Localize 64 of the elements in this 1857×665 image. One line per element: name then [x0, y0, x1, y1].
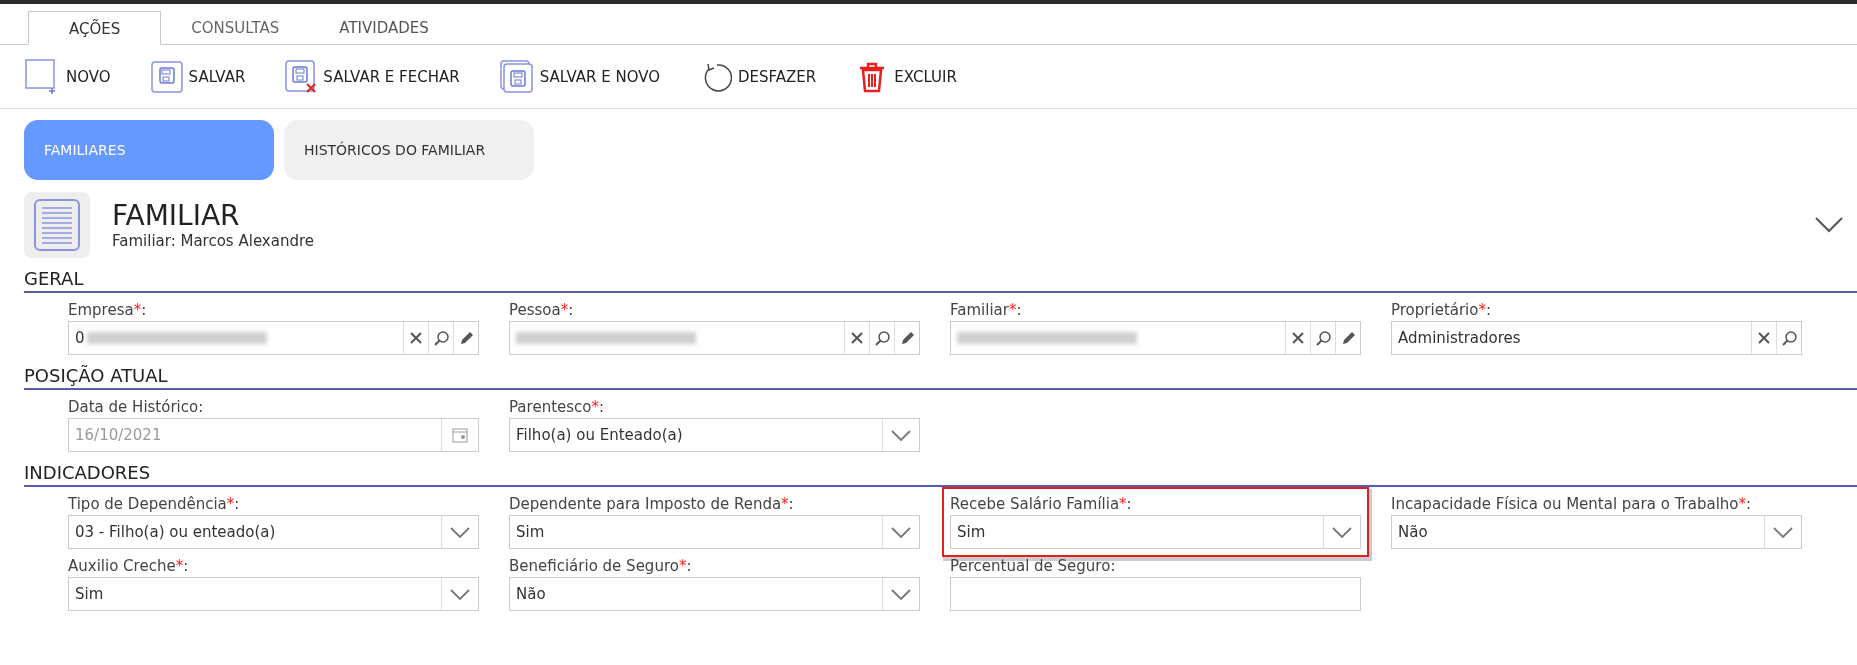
field-label: Empresa*: — [68, 301, 148, 321]
chevron-down-icon — [891, 588, 911, 600]
calendar-icon — [452, 427, 468, 443]
lookup-field[interactable] — [509, 321, 920, 355]
section-tab[interactable]: HISTÓRICOS DO FAMILIAR — [284, 120, 534, 180]
field-label: Dependente para Imposto de Renda*: — [509, 495, 795, 515]
tab[interactable]: CONSULTAS — [161, 11, 310, 44]
search-icon — [1315, 330, 1331, 346]
chevron-down-icon[interactable] — [1815, 217, 1843, 233]
field-label: Auxilio Creche*: — [68, 557, 190, 577]
pencil-icon — [458, 331, 474, 345]
toolbar-button[interactable]: SALVAR E FECHAR — [285, 59, 460, 94]
lookup-field[interactable] — [950, 321, 1361, 355]
search-icon — [1781, 330, 1797, 346]
chevron-down-icon — [450, 526, 470, 538]
section-title: INDICADORES — [24, 462, 1857, 487]
field-label: Proprietário*: — [1391, 301, 1493, 321]
field-label: Pessoa*: — [509, 301, 575, 321]
lookup-field[interactable]: 0 — [68, 321, 479, 355]
save-new-icon — [499, 59, 534, 94]
field-label: Recebe Salário Família*: — [950, 495, 1133, 515]
chevron-down-icon — [1773, 526, 1793, 538]
dropdown[interactable]: Filho(a) ou Enteado(a) — [509, 418, 920, 452]
input-field[interactable] — [950, 577, 1361, 611]
field-label: Parentesco*: — [509, 398, 606, 418]
toolbar-button[interactable]: DESFAZER — [700, 60, 817, 93]
chevron-down-icon — [450, 588, 470, 600]
toolbar-button[interactable]: SALVAR E NOVO — [499, 59, 660, 94]
chevron-down-icon — [891, 526, 911, 538]
clear-icon — [409, 331, 423, 345]
pencil-icon — [899, 331, 915, 345]
field-label: Tipo de Dependência*: — [68, 495, 241, 515]
dropdown[interactable]: Não — [1391, 515, 1802, 549]
form-subtitle: Familiar: Marcos Alexandre — [112, 232, 315, 250]
dropdown[interactable]: Não — [509, 577, 920, 611]
save-icon — [150, 60, 183, 93]
lookup-field[interactable]: Administradores — [1391, 321, 1802, 355]
search-icon — [874, 330, 890, 346]
clear-icon — [850, 331, 864, 345]
save-close-icon — [285, 59, 318, 94]
dropdown[interactable]: Sim — [950, 515, 1361, 549]
dropdown[interactable]: Sim — [509, 515, 920, 549]
form-title: FAMILIAR — [112, 200, 241, 232]
field-label: Percentual de Seguro: — [950, 557, 1117, 577]
toolbar-button[interactable]: EXCLUIR — [856, 60, 957, 93]
clear-icon — [1757, 331, 1771, 345]
chevron-down-icon — [1332, 526, 1352, 538]
tab[interactable]: AÇÕES — [28, 11, 162, 45]
section-title: GERAL — [24, 268, 1857, 293]
field-label: Incapacidade Física ou Mental para o Trabalho*: — [1391, 495, 1753, 515]
list-document-icon — [32, 197, 82, 253]
field-label: Familiar*: — [950, 301, 1023, 321]
toolbar-button[interactable]: SALVAR — [150, 60, 246, 93]
section-title: POSIÇÃO ATUAL — [24, 365, 1857, 390]
field-label: Beneficiário de Seguro*: — [509, 557, 693, 577]
toolbar-button[interactable]: NOVO — [24, 57, 111, 96]
dropdown[interactable]: 03 - Filho(a) ou enteado(a) — [68, 515, 479, 549]
tab[interactable]: ATIVIDADES — [309, 11, 459, 44]
field-label: Data de Histórico: — [68, 398, 205, 418]
search-icon — [433, 330, 449, 346]
clear-icon — [1291, 331, 1305, 345]
dropdown[interactable]: Sim — [68, 577, 479, 611]
pencil-icon — [1340, 331, 1356, 345]
chevron-down-icon — [891, 429, 911, 441]
